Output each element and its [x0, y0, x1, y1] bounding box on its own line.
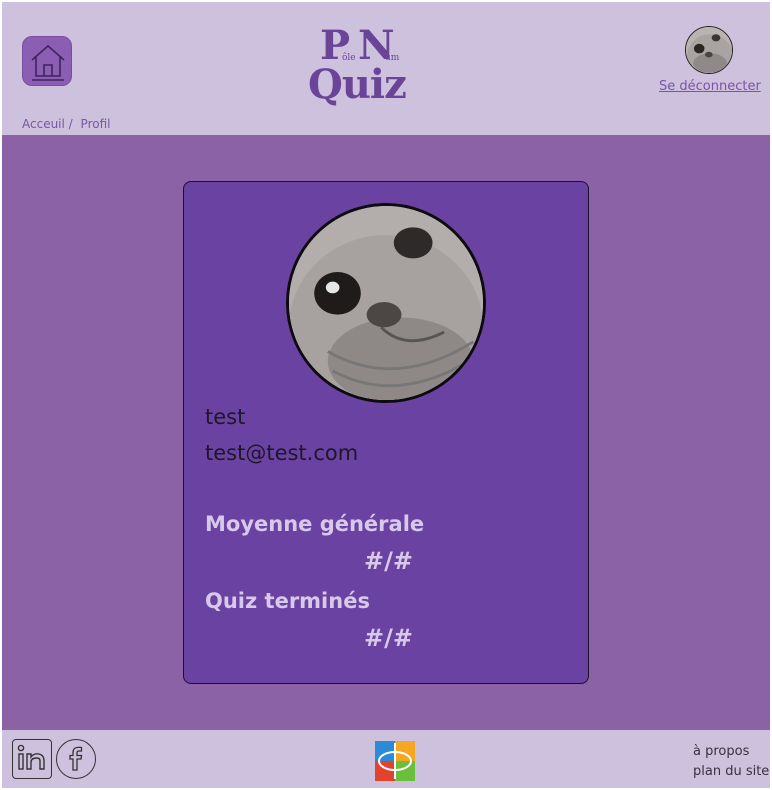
logo-top: P ôle N um [320, 26, 410, 66]
logo-quiz-text: Quiz [308, 61, 407, 108]
sitemap-link[interactable]: plan du site [693, 762, 769, 782]
breadcrumb-home[interactable]: Acceuil / [22, 117, 73, 131]
facebook-icon[interactable] [56, 739, 96, 779]
about-link[interactable]: à propos [693, 742, 769, 762]
seal-profile-image [289, 206, 483, 400]
completed-quizzes-label: Quiz terminés [205, 589, 370, 613]
partner-logo[interactable] [375, 741, 415, 781]
average-score-label: Moyenne générale [205, 512, 425, 536]
seal-avatar-image [686, 27, 732, 73]
footer-links: à propos plan du site [693, 742, 769, 782]
pole-num-quiz-logo: P ôle N um Quiz [302, 26, 422, 110]
footer: à propos plan du site [2, 730, 770, 788]
header: P ôle N um Quiz Se déconnecter Acceuil /… [2, 2, 770, 135]
breadcrumb-current: Profil [80, 117, 111, 131]
home-icon [31, 44, 65, 81]
average-score-value: #/# [364, 547, 413, 575]
profile-username: test [205, 405, 246, 429]
linkedin-icon[interactable] [12, 739, 52, 779]
page: P ôle N um Quiz Se déconnecter Acceuil /… [2, 2, 770, 788]
completed-quizzes-value: #/# [364, 624, 413, 652]
profile-email: test@test.com [205, 441, 359, 465]
logout-link[interactable]: Se déconnecter [659, 79, 761, 94]
profile-card: test test@test.com Moyenne générale #/# … [183, 181, 589, 684]
home-button[interactable] [22, 36, 72, 86]
profile-avatar [286, 203, 486, 403]
breadcrumb: Acceuil / Profil [22, 117, 114, 131]
colorful-globe-logo-icon [375, 741, 415, 781]
user-avatar[interactable] [685, 26, 733, 74]
